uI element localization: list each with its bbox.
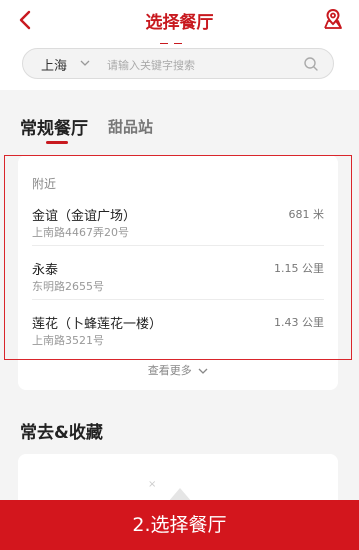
select-restaurant-button[interactable]: 2.选择餐厅 — [0, 500, 359, 550]
list-item[interactable]: 永泰 东明路2655号 1.15 公里 — [32, 259, 324, 309]
empty-mark: × — [148, 479, 157, 490]
nearby-label: 附近 — [32, 177, 57, 191]
shop-address: 上南路4467弄20号 — [32, 226, 129, 239]
shop-name: 永泰 — [32, 263, 59, 278]
top-bar: 选择餐厅 — [0, 0, 359, 68]
chevron-down-icon — [80, 60, 90, 66]
search-row: 上海 请输入关键字搜索 — [0, 44, 359, 90]
divider — [32, 245, 324, 246]
restaurant-tabs: 常规餐厅 甜品站 — [0, 100, 359, 150]
shop-address: 东明路2655号 — [32, 280, 104, 293]
active-tab-indicator — [46, 141, 68, 144]
search-placeholder: 请输入关键字搜索 — [107, 59, 195, 72]
shop-distance: 681 米 — [288, 208, 325, 221]
city-selector[interactable]: 上海 — [41, 55, 67, 74]
search-icon[interactable] — [303, 56, 319, 72]
map-pin-icon — [324, 8, 342, 29]
tab-regular-restaurant[interactable]: 常规餐厅 — [20, 114, 88, 139]
title-decoration — [160, 34, 200, 68]
search-input[interactable]: 上海 请输入关键字搜索 — [22, 48, 334, 79]
list-item[interactable]: 金谊（金谊广场） 上南路4467弄20号 681 米 — [32, 205, 324, 255]
tab-dessert-station[interactable]: 甜品站 — [108, 116, 153, 137]
see-more-link[interactable]: 查看更多 — [18, 362, 338, 378]
shop-distance: 1.15 公里 — [274, 262, 324, 275]
list-item[interactable]: 莲花（卜蜂莲花一楼） 上南路3521号 1.43 公里 — [32, 313, 324, 363]
map-button[interactable] — [321, 7, 345, 31]
see-more-label: 查看更多 — [147, 364, 192, 377]
shop-address: 上南路3521号 — [32, 334, 104, 347]
shop-distance: 1.43 公里 — [274, 316, 324, 329]
page-title: 选择餐厅 — [145, 13, 214, 33]
chevron-down-icon — [198, 368, 208, 374]
divider — [32, 299, 324, 300]
nearby-card: 附近 金谊（金谊广场） 上南路4467弄20号 681 米 永泰 东明路2655… — [18, 155, 338, 390]
favorites-title: 常去&收藏 — [20, 423, 103, 443]
shop-name: 莲花（卜蜂莲花一楼） — [32, 317, 163, 332]
shop-name: 金谊（金谊广场） — [32, 209, 137, 224]
